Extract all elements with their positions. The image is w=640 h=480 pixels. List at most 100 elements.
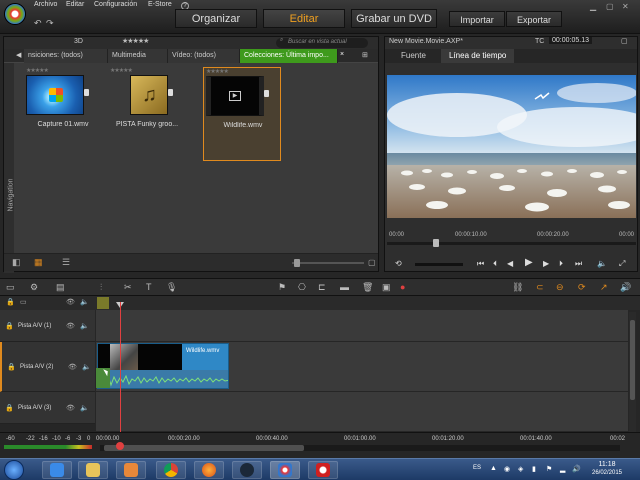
minimize-icon[interactable]: ▁ (590, 2, 596, 11)
overwrite-icon[interactable]: ▬ (340, 282, 349, 292)
taskbar-firefox[interactable] (194, 461, 224, 479)
tab-linea-tiempo[interactable]: Línea de tiempo (441, 49, 515, 63)
redo-icon[interactable]: ↷ (46, 18, 54, 29)
go-end-icon[interactable]: ⏭ (575, 259, 582, 269)
taskbar-chrome[interactable] (156, 461, 186, 479)
timeline-scrollbar-thumb[interactable] (104, 445, 304, 451)
timeline-vertical-scrollbar[interactable] (629, 312, 636, 432)
track-header-3[interactable]: 🔒 Pista A/V (3) 👁 🔈 (0, 392, 95, 424)
fullscreen-icon[interactable]: ▢ (368, 258, 376, 267)
ruler-start-marker[interactable] (97, 297, 109, 309)
tab-grabar-dvd[interactable]: Grabar un DVD (351, 9, 437, 28)
menu-archivo[interactable]: Archivo (34, 1, 57, 8)
tray-volume-icon[interactable]: 🔊 (572, 465, 581, 473)
scrollbar-thumb[interactable] (630, 320, 635, 400)
track-speaker-icon[interactable]: 🔈 (82, 363, 91, 371)
menu-configuracion[interactable]: Configuración (94, 1, 137, 8)
menu-editar[interactable]: Editar (66, 1, 84, 8)
expand-icon[interactable]: ⤢ (619, 259, 625, 269)
view-3d-toggle[interactable]: 3D (74, 38, 83, 45)
player-menu-icon[interactable]: ▢ (621, 37, 628, 45)
tab-multimedia[interactable]: Multimedia (108, 49, 168, 63)
taskbar-explorer[interactable] (78, 461, 108, 479)
track-name[interactable]: Pista A/V (1) (18, 323, 51, 329)
timeline-playhead[interactable] (120, 302, 121, 438)
track-name[interactable]: Pista A/V (3) (18, 405, 51, 411)
menu-estore[interactable]: E-Store (148, 1, 172, 8)
library-item[interactable]: ★★★★★ ♫ PISTA Funky groo... (108, 67, 186, 161)
audio-mixer-icon[interactable]: ⫶ (100, 282, 102, 293)
tabs-left-arrow[interactable]: ◀ (16, 51, 21, 59)
tab-colecciones[interactable]: Colecciones: Última impo... (240, 49, 338, 63)
ripple-icon[interactable]: ⟳ (578, 282, 586, 293)
thumb-tab-icon[interactable] (264, 90, 269, 97)
video-preview[interactable] (387, 75, 636, 218)
marker-icon[interactable]: ⚑ (278, 282, 286, 293)
track-lock-icon[interactable]: 🔒 (5, 322, 14, 330)
library-item-selected[interactable]: ★★★★★ ▶ Wildlife.wmv (203, 67, 281, 161)
tray-time[interactable]: 11:18 (590, 461, 624, 468)
insert-icon[interactable]: ⊏ (318, 282, 326, 293)
navigator-icon[interactable]: ▤ (56, 282, 65, 293)
track-speaker-icon[interactable]: 🔈 (80, 322, 89, 330)
rating-filter[interactable]: ★★★★★ (122, 37, 149, 45)
snapshot-icon[interactable]: ▣ (382, 282, 391, 293)
record-marker-icon[interactable]: ● (400, 282, 405, 292)
taskbar-media[interactable] (116, 461, 146, 479)
tray-expand-icon[interactable]: ▲ (490, 465, 497, 472)
timeline-clip[interactable]: Wildlife.wmv (97, 343, 229, 389)
voiceover-icon[interactable]: 🎙 (166, 282, 177, 293)
import-button[interactable]: Importar (449, 11, 505, 27)
track-speaker-icon[interactable]: 🔈 (80, 404, 89, 412)
tray-steam-icon[interactable]: ◉ (504, 465, 510, 473)
storyboard-icon[interactable]: ▭ (6, 282, 15, 293)
start-button[interactable] (4, 460, 24, 480)
lock-icon[interactable]: 🔒 (6, 298, 15, 306)
link-icon[interactable]: ⛓ (512, 282, 523, 293)
taskbar-ie[interactable] (42, 461, 72, 479)
track-eye-icon[interactable]: 👁 (68, 363, 77, 371)
undo-icon[interactable]: ↶ (34, 18, 42, 29)
eye-icon[interactable]: 👁 (66, 298, 75, 306)
item-rating[interactable]: ★★★★★ (206, 68, 229, 75)
track-lock-icon[interactable]: 🔒 (5, 404, 14, 412)
taskbar-recorder[interactable] (308, 461, 338, 479)
title-icon[interactable]: T (146, 282, 152, 292)
close-icon[interactable]: ✕ (622, 2, 629, 11)
search-input[interactable]: ⌕ Buscar en vista actual (276, 37, 368, 48)
volume-mode-icon[interactable]: 🔊 (620, 282, 631, 293)
library-item[interactable]: ★★★★★ Capture 01.wmv (24, 67, 102, 161)
tray-signal-icon[interactable]: ▂ (560, 465, 565, 473)
tab-video[interactable]: Vídeo: (todos) (168, 49, 240, 63)
speaker-icon[interactable]: 🔈 (80, 298, 89, 306)
tray-app-icon[interactable]: ◈ (518, 465, 523, 473)
playhead-marker[interactable] (116, 442, 124, 450)
scrub-track[interactable] (387, 242, 636, 245)
tab-editar[interactable]: Editar (263, 9, 345, 28)
player-scrubber[interactable]: 00:00 00:00:10.00 00:00:20.00 00:00 (387, 232, 636, 250)
maximize-icon[interactable]: ▢ (606, 2, 614, 11)
step-forward-icon[interactable]: ▶ (543, 259, 549, 268)
track-lane-1[interactable] (96, 310, 628, 342)
volume-icon[interactable]: 🔈 (597, 259, 607, 268)
timecode-display[interactable]: 00:00:05.13 (549, 37, 592, 44)
panel-toggle-icon[interactable]: ◧ (12, 257, 21, 268)
tray-language[interactable]: ES (473, 465, 481, 471)
trash-icon[interactable]: 🗑 (362, 282, 373, 293)
track-lock-icon[interactable]: 🔒 (7, 363, 16, 371)
tray-flag-icon[interactable]: ⚑ (546, 465, 552, 473)
tray-network-icon[interactable]: ▮ (532, 465, 536, 473)
list-view-icon[interactable]: ☰ (62, 257, 70, 268)
loop-icon[interactable]: ⟲ (395, 259, 402, 268)
next-frame-icon[interactable]: ⏵ (559, 259, 563, 269)
prev-frame-icon[interactable]: ⏴ (493, 259, 497, 269)
storyboard-track-icon[interactable]: ▭ (20, 298, 27, 306)
razor-icon[interactable]: ✂ (124, 282, 132, 293)
tray-date[interactable]: 26/02/2015 (586, 470, 628, 476)
thumb-tab-icon[interactable] (84, 89, 89, 96)
export-button[interactable]: Exportar (506, 11, 562, 27)
scrub-knob[interactable] (433, 239, 439, 247)
shuttle-slider[interactable] (415, 263, 463, 266)
track-header-2[interactable]: 🔒 Pista A/V (2) 👁 🔈 (0, 342, 95, 392)
app-logo[interactable] (4, 3, 26, 25)
